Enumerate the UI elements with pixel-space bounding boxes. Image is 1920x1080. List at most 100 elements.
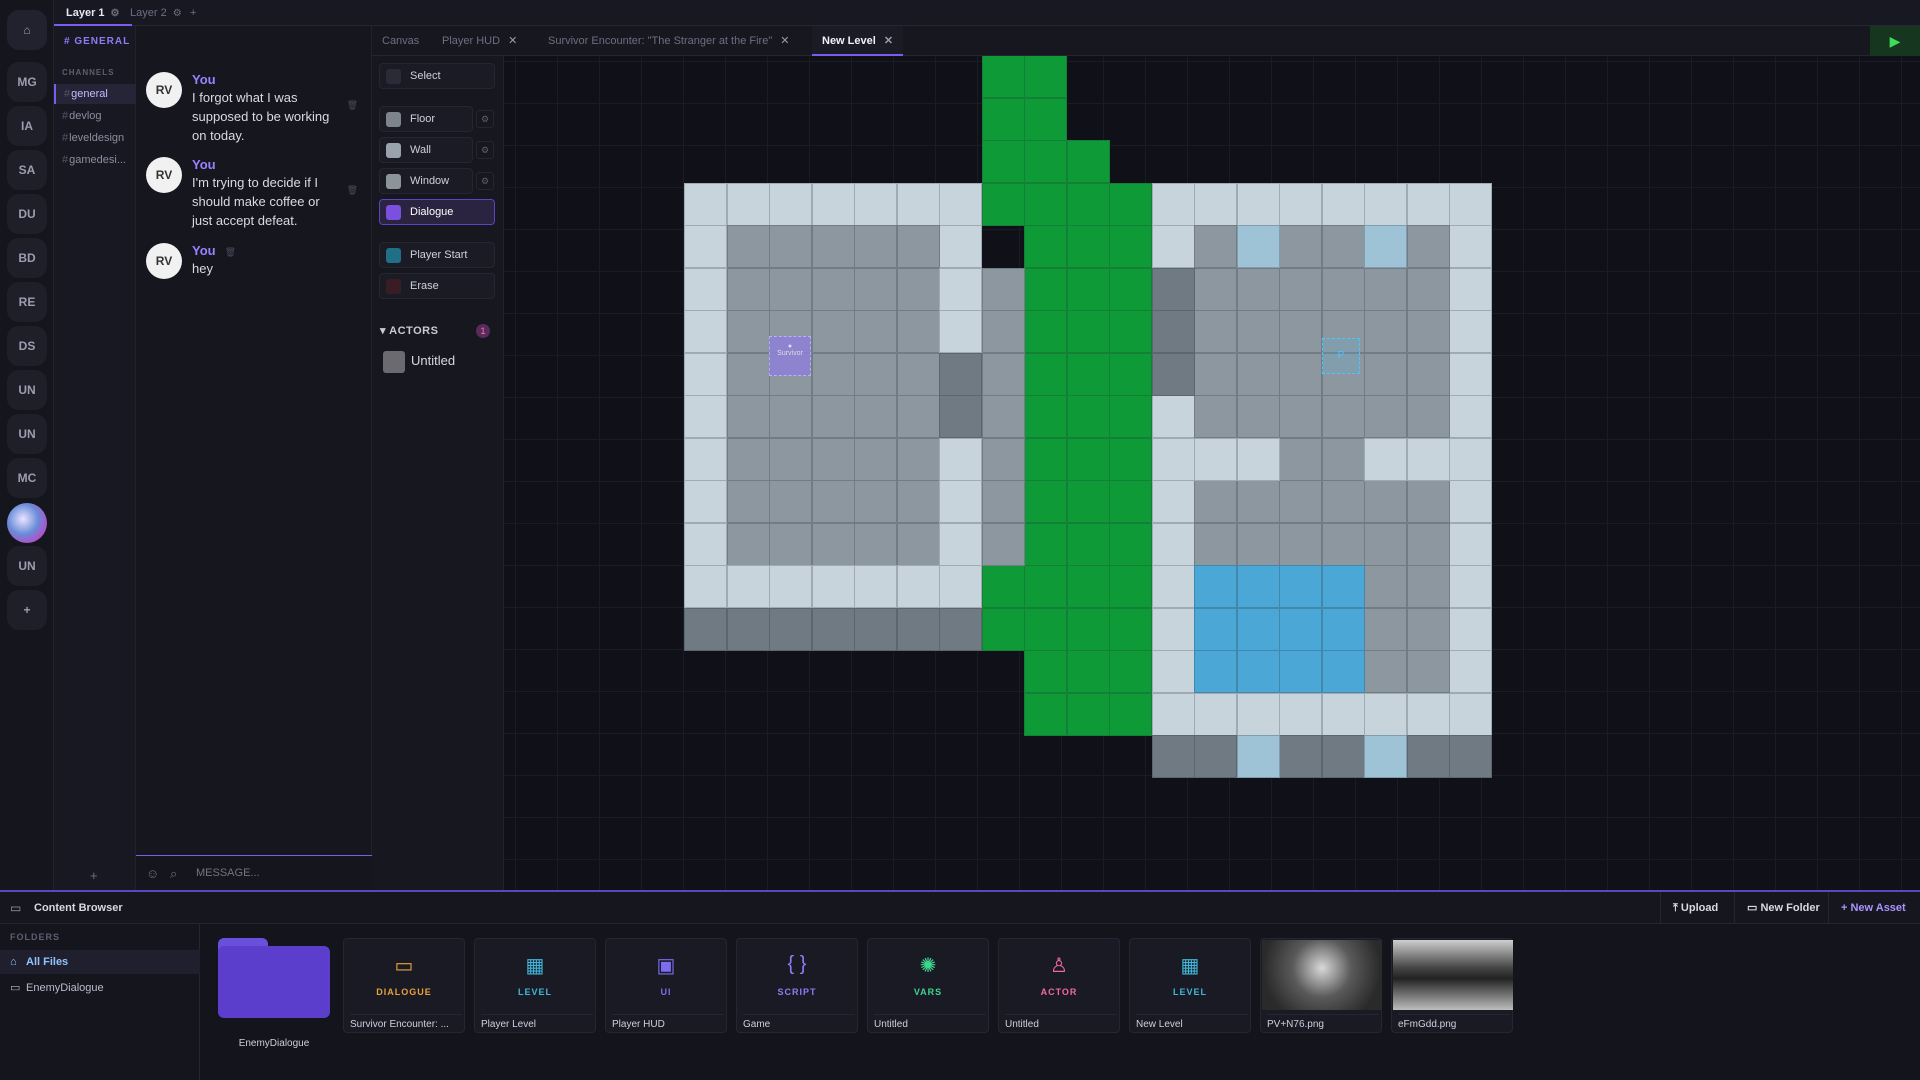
wall-tile[interactable] xyxy=(1364,692,1407,736)
wall-tile[interactable] xyxy=(1449,395,1492,438)
grass-tile[interactable] xyxy=(1066,692,1110,736)
trash-icon[interactable]: 🗑 xyxy=(225,247,236,258)
new-folder-button[interactable]: ▭ New Folder xyxy=(1734,892,1832,924)
wall-tile[interactable] xyxy=(1151,522,1195,566)
floor-tile[interactable] xyxy=(769,267,812,311)
asset-card[interactable]: PV+N76.png xyxy=(1260,938,1382,1033)
wall-tile[interactable] xyxy=(1151,607,1195,651)
water-tile[interactable] xyxy=(1321,565,1365,608)
floor-tile[interactable] xyxy=(1236,480,1280,523)
floor-tile[interactable] xyxy=(1321,225,1365,268)
wall-tile[interactable] xyxy=(1449,650,1492,693)
grass-tile[interactable] xyxy=(1024,310,1067,353)
wall-tile[interactable] xyxy=(726,182,770,226)
wall-tile[interactable] xyxy=(939,522,982,566)
server-sa[interactable]: SA xyxy=(7,150,47,190)
floor-tile[interactable] xyxy=(1279,522,1322,566)
floor-tile[interactable] xyxy=(769,395,812,438)
grass-tile[interactable] xyxy=(1024,437,1067,481)
floor-tile[interactable] xyxy=(769,225,812,268)
floor-tile[interactable] xyxy=(1364,650,1407,693)
grass-tile[interactable] xyxy=(1024,565,1067,608)
gear-icon[interactable]: ⚙ xyxy=(476,141,494,159)
wall-tile[interactable] xyxy=(939,225,982,268)
grass-tile[interactable] xyxy=(1024,480,1067,523)
window-tile[interactable] xyxy=(1364,225,1407,268)
water-tile[interactable] xyxy=(1194,607,1237,651)
wall-tile[interactable] xyxy=(854,565,897,608)
floor-tile[interactable] xyxy=(726,225,770,268)
wall-tile[interactable] xyxy=(769,182,812,226)
server-ds[interactable]: DS xyxy=(7,326,47,366)
wall-shadow-tile[interactable] xyxy=(896,607,940,651)
new-asset-button[interactable]: + New Asset xyxy=(1828,892,1918,924)
folder-enemydialogue[interactable]: ▭ EnemyDialogue xyxy=(0,976,200,1000)
grass-tile[interactable] xyxy=(1066,437,1110,481)
floor-tool[interactable]: Floor xyxy=(379,106,473,132)
floor-tile[interactable] xyxy=(726,352,770,396)
dialogue-marker[interactable]: ● Survivor xyxy=(769,336,811,376)
server-un[interactable]: UN xyxy=(7,370,47,410)
floor-tile[interactable] xyxy=(1279,225,1322,268)
floor-tile[interactable] xyxy=(1406,650,1450,693)
wall-tile[interactable] xyxy=(1151,480,1195,523)
wall-tile[interactable] xyxy=(1364,182,1407,226)
floor-tile[interactable] xyxy=(1151,267,1195,311)
wall-shadow-tile[interactable] xyxy=(1194,735,1237,778)
wall-tile[interactable] xyxy=(684,225,727,268)
channel-devlog[interactable]: #devlog xyxy=(54,106,136,126)
water-tile[interactable] xyxy=(1194,650,1237,693)
floor-tile[interactable] xyxy=(1279,395,1322,438)
asset-card[interactable]: ▣ UI Player HUD xyxy=(605,938,727,1033)
grass-tile[interactable] xyxy=(1024,522,1067,566)
floor-tile[interactable] xyxy=(1406,310,1450,353)
floor-tile[interactable] xyxy=(726,480,770,523)
floor-tile[interactable] xyxy=(811,225,855,268)
grass-tile[interactable] xyxy=(1066,267,1110,311)
wall-tile[interactable] xyxy=(1449,565,1492,608)
gear-icon[interactable]: ⚙ xyxy=(476,172,494,190)
water-tile[interactable] xyxy=(1279,650,1322,693)
wall-tile[interactable] xyxy=(1364,437,1407,481)
floor-tile[interactable] xyxy=(939,395,982,438)
floor-tile[interactable] xyxy=(896,310,940,353)
floor-tile[interactable] xyxy=(1236,522,1280,566)
grass-tile[interactable] xyxy=(1024,395,1067,438)
water-tile[interactable] xyxy=(1236,607,1280,651)
water-tile[interactable] xyxy=(1321,650,1365,693)
floor-tile[interactable] xyxy=(769,522,812,566)
floor-tile[interactable] xyxy=(1364,565,1407,608)
tab-new-level[interactable]: New Level ✕ xyxy=(812,26,904,56)
grass-tile[interactable] xyxy=(1024,56,1067,98)
server-un[interactable]: UN xyxy=(7,414,47,454)
floor-tile[interactable] xyxy=(939,352,982,396)
floor-tile[interactable] xyxy=(1321,480,1365,523)
wall-tile[interactable] xyxy=(684,565,727,608)
water-tile[interactable] xyxy=(1236,650,1280,693)
window-tile[interactable] xyxy=(1364,735,1407,778)
wall-tile[interactable] xyxy=(939,182,982,226)
wall-tile[interactable] xyxy=(811,565,855,608)
floor-tile[interactable] xyxy=(1321,267,1365,311)
grass-tile[interactable] xyxy=(1109,225,1152,268)
asset-card[interactable]: eFmGdd.png xyxy=(1391,938,1513,1033)
grass-tile[interactable] xyxy=(981,182,1025,226)
grass-tile[interactable] xyxy=(1024,182,1067,226)
floor-tile[interactable] xyxy=(1364,310,1407,353)
floor-tile[interactable] xyxy=(1279,437,1322,481)
floor-tile[interactable] xyxy=(811,437,855,481)
grass-tile[interactable] xyxy=(1024,650,1067,693)
floor-tile[interactable] xyxy=(1406,607,1450,651)
play-button[interactable]: ▶ xyxy=(1870,26,1920,56)
wall-tile[interactable] xyxy=(684,480,727,523)
wall-tile[interactable] xyxy=(1449,352,1492,396)
wall-tile[interactable] xyxy=(1151,395,1195,438)
tab-player-hud[interactable]: Player HUD ✕ xyxy=(432,26,527,56)
add-layer-button[interactable]: + xyxy=(178,0,208,26)
floor-tile[interactable] xyxy=(854,352,897,396)
server-un[interactable]: UN xyxy=(7,546,47,586)
server-du[interactable]: DU xyxy=(7,194,47,234)
wall-tile[interactable] xyxy=(1449,310,1492,353)
grass-tile[interactable] xyxy=(1066,480,1110,523)
wall-shadow-tile[interactable] xyxy=(684,607,727,651)
